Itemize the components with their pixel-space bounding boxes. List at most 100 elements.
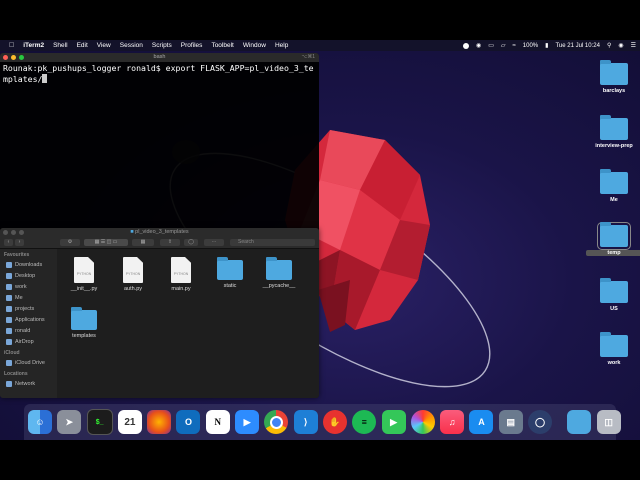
outlook-icon[interactable]: O (176, 410, 201, 434)
vscode-icon[interactable]: ⟩ (293, 410, 318, 434)
preview-icon[interactable]: ▤ (498, 410, 523, 434)
finder-minimize-icon[interactable] (11, 230, 16, 235)
sidebar-item-network[interactable]: Network (0, 378, 57, 389)
finder-content: PYTHON __init__.py PYTHON auth.py PYTHON… (57, 249, 319, 398)
view-switcher[interactable]: ▦ ☰ ◫ ▭ (84, 239, 128, 246)
spotlight-icon[interactable]: ⚲ (607, 42, 611, 49)
desktop-folder-temp[interactable]: temp (586, 222, 640, 256)
menu-shell[interactable]: Shell (53, 40, 67, 51)
file-auth-py[interactable]: PYTHON auth.py (108, 257, 158, 292)
forward-icon[interactable]: › (15, 239, 24, 246)
trash-icon[interactable]: ◫ (596, 410, 621, 434)
finder-zoom-icon[interactable] (19, 230, 24, 235)
action-icon[interactable]: ⚙ (60, 239, 80, 246)
sidebar-item-label: projects (15, 305, 35, 312)
finder-close-icon[interactable] (3, 230, 8, 235)
folder-icon (266, 257, 292, 280)
calendar-icon[interactable]: 21 (117, 410, 142, 434)
menu-help[interactable]: Help (275, 40, 288, 51)
close-icon[interactable] (3, 55, 8, 60)
desktop-folder-interview-prep[interactable]: interview-prep (586, 115, 640, 149)
battery-icon[interactable]: ▮ (545, 42, 548, 49)
music-icon[interactable]: ♫ (440, 410, 465, 434)
menu-toolbelt[interactable]: Toolbelt (211, 40, 233, 51)
zoom-icon[interactable] (19, 55, 24, 60)
sidebar-item-label: Me (15, 294, 23, 301)
browser-icon[interactable]: ◯ (528, 410, 553, 434)
search-field[interactable]: Search (230, 239, 315, 246)
spotify-icon[interactable]: ≡ (352, 410, 377, 434)
more-icon[interactable]: ⋯ (204, 239, 224, 246)
file-label: auth.py (123, 286, 143, 292)
finder-window-controls (3, 230, 27, 235)
photos-icon[interactable] (410, 410, 435, 434)
desktop-folder-us[interactable]: US (586, 278, 640, 312)
folder-icon (600, 278, 628, 303)
screen-icon[interactable]: ▭ (488, 42, 494, 49)
cast-icon[interactable]: ▱ (501, 42, 506, 49)
sidebar-item-label: Applications (15, 316, 45, 323)
sidebar-item-downloads[interactable]: Downloads (0, 259, 57, 270)
appstore-icon[interactable]: A (469, 410, 494, 434)
desktop-folder-work[interactable]: work (586, 332, 640, 366)
tag-icon[interactable]: ◯ (184, 239, 198, 246)
zoom-icon[interactable]: ▶ (235, 410, 260, 434)
minimize-icon[interactable] (11, 55, 16, 60)
menu-app-name[interactable]: iTerm2 (23, 40, 44, 51)
clock[interactable]: Tue 21 Jul 10:24 (555, 43, 599, 49)
terminal-cursor (42, 74, 48, 83)
sidebar-item-me[interactable]: Me (0, 292, 57, 303)
hand-icon[interactable]: ✋ (322, 410, 347, 434)
desktop-folder-me[interactable]: Me (586, 169, 640, 203)
folder-pycache[interactable]: __pycache__ (254, 257, 304, 289)
terminal-icon[interactable]: $_ (86, 409, 113, 435)
menu-edit[interactable]: Edit (77, 40, 88, 51)
sidebar-item-desktop[interactable]: Desktop (0, 270, 57, 281)
sidebar-item-ronald[interactable]: ronald (0, 325, 57, 336)
apple-icon[interactable]:  (9, 42, 14, 49)
desktop-folder-label: temp (586, 250, 640, 256)
sidebar-item-work[interactable]: work (0, 281, 57, 292)
sidebar-item-icloud-drive[interactable]: iCloud Drive (0, 357, 57, 368)
folder-icon (600, 115, 628, 140)
file-main-py[interactable]: PYTHON main.py (156, 257, 206, 292)
finder-titlebar[interactable]: ■ pl_video_3_templates (0, 228, 319, 237)
record-icon[interactable]: ◉ (476, 42, 481, 49)
firefox-icon[interactable] (147, 410, 172, 434)
group-icon[interactable]: ▦ (132, 239, 154, 246)
desktop-folder-barclays[interactable]: barclays (586, 60, 640, 94)
folder-static[interactable]: static (205, 257, 255, 289)
wifi-icon[interactable]: ≈ (513, 43, 516, 49)
sidebar-item-projects[interactable]: projects (0, 303, 57, 314)
back-icon[interactable]: ‹ (4, 239, 13, 246)
menu-profiles[interactable]: Profiles (181, 40, 203, 51)
terminal-window[interactable]: bash ⌥⌘1 Rounak:pk_pushups_logger ronald… (0, 53, 319, 254)
folder-icon (71, 307, 97, 330)
menu-window[interactable]: Window (243, 40, 266, 51)
user-icon[interactable]: ◉ (618, 42, 623, 49)
sidebar-item-applications[interactable]: Applications (0, 314, 57, 325)
facetime-icon[interactable]: ▶ (381, 410, 406, 434)
folder-templates[interactable]: templates (59, 307, 109, 339)
downloads-folder-icon[interactable] (567, 410, 592, 434)
chrome-icon[interactable] (264, 410, 289, 434)
battery-label[interactable]: 100% (523, 43, 538, 49)
finder-window[interactable]: ■ pl_video_3_templates ‹ › ⚙ ▦ ☰ ◫ ▭ ▦ ⇧… (0, 228, 319, 398)
sidebar-item-airdrop[interactable]: AirDrop (0, 336, 57, 347)
status-icon-1[interactable] (462, 42, 469, 49)
terminal-output[interactable]: Rounak:pk_pushups_logger ronald$ export … (0, 62, 319, 86)
share-icon[interactable]: ⇧ (160, 239, 180, 246)
terminal-titlebar[interactable]: bash ⌥⌘1 (0, 53, 319, 62)
python-badge: PYTHON (76, 272, 92, 276)
menu-scripts[interactable]: Scripts (152, 40, 172, 51)
python-file-icon: PYTHON (171, 257, 191, 283)
launchpad-icon[interactable]: ➤ (57, 410, 82, 434)
menu-session[interactable]: Session (120, 40, 143, 51)
finder-icon[interactable]: ☺ (28, 410, 52, 434)
menu-view[interactable]: View (97, 40, 111, 51)
desktop-folder-label: US (610, 306, 618, 312)
notion-icon[interactable]: N (205, 410, 230, 434)
file-init-py[interactable]: PYTHON __init__.py (59, 257, 109, 292)
control-center-icon[interactable]: ☰ (631, 42, 636, 49)
folder-icon (6, 283, 12, 290)
